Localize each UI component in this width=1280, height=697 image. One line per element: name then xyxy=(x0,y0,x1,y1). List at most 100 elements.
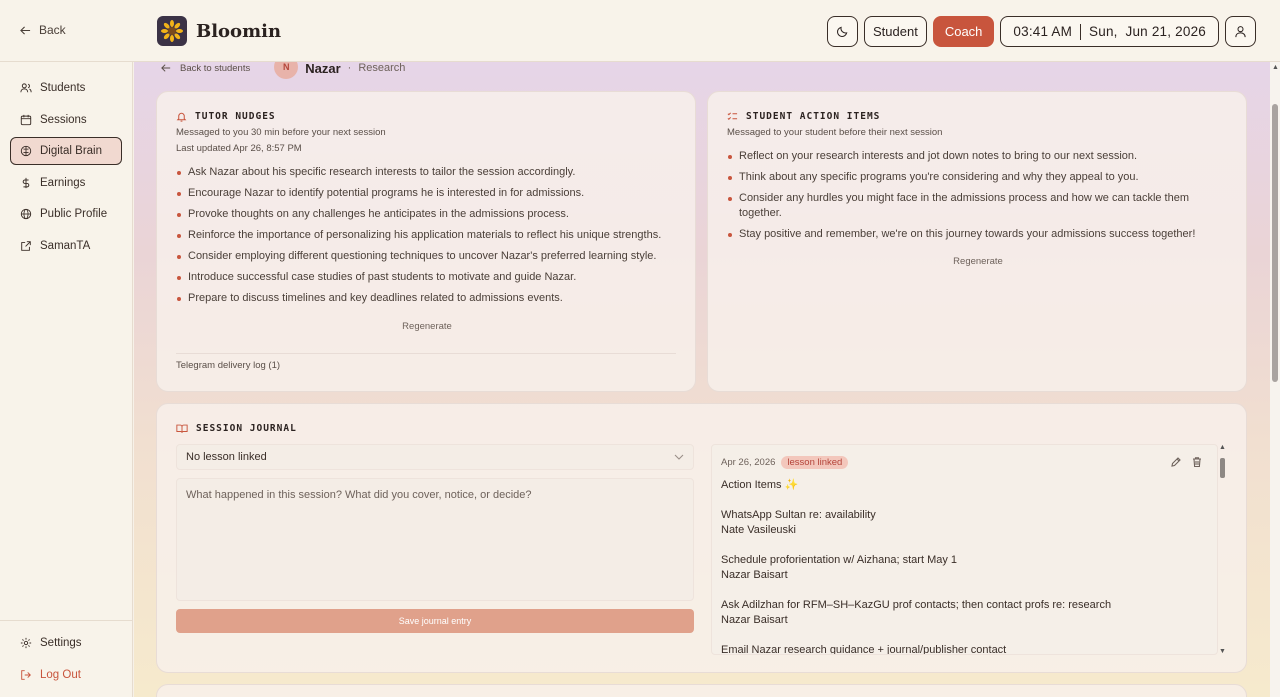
student-actions-subtitle: Messaged to your student before their ne… xyxy=(727,127,943,138)
sidebar-item-students[interactable]: Students xyxy=(10,74,122,102)
clock-divider xyxy=(1080,23,1082,40)
sidebar-item-label: Students xyxy=(40,82,86,94)
tutor-nudges-subtitle: Messaged to you 30 min before your next … xyxy=(176,127,386,138)
entry-body: Action Items ✨ WhatsApp Sultan re: avail… xyxy=(721,478,1201,655)
logout-label: Log Out xyxy=(40,669,81,681)
brain-icon xyxy=(20,145,32,157)
telegram-log-link[interactable]: Telegram delivery log (1) xyxy=(176,360,280,371)
breadcrumb: Back to students N Nazar · Research xyxy=(161,62,405,79)
journal-entry-panel: Apr 26, 2026 lesson linked Action Items … xyxy=(711,444,1218,655)
lesson-select-value: No lesson linked xyxy=(186,451,267,463)
regenerate-actions-button[interactable]: Regenerate xyxy=(708,256,1248,267)
logout-button[interactable]: Log Out xyxy=(10,661,123,689)
list-item: Consider any hurdles you might face in t… xyxy=(727,191,1217,221)
coach-role-button[interactable]: Coach xyxy=(932,16,995,47)
back-button[interactable]: Back xyxy=(20,23,66,37)
action-item-text: Ask Adilzhan for RFM–SH–KazGU prof conta… xyxy=(721,599,1112,611)
action-item-text: WhatsApp Sultan re: availability xyxy=(721,509,876,521)
profile-button[interactable] xyxy=(1225,16,1256,47)
sidebar-item-samanta[interactable]: SamanTA xyxy=(10,232,122,260)
action-item-owner: Nazar Baisart xyxy=(721,569,788,581)
dollar-icon xyxy=(22,177,30,188)
list-item: Encourage Nazar to identify potential pr… xyxy=(176,186,686,201)
scroll-up-arrow[interactable]: ▲ xyxy=(1272,64,1279,71)
bell-icon xyxy=(176,112,187,122)
moon-icon xyxy=(837,26,848,37)
main-content: Back to students N Nazar · Research TUTO… xyxy=(134,62,1270,697)
sidebar-item-label: Digital Brain xyxy=(40,145,102,157)
gear-icon xyxy=(20,637,32,649)
regenerate-nudges-button[interactable]: Regenerate xyxy=(157,321,697,332)
top-bar: Back Bloomin Student Coach 03:41 AM Sun,… xyxy=(0,0,1280,62)
clock-display: 03:41 AM Sun, Jun 21, 2026 xyxy=(1000,16,1219,47)
list-item: Provoke thoughts on any challenges he an… xyxy=(176,207,686,222)
entry-scroll-thumb[interactable] xyxy=(1220,458,1225,478)
entry-date: Apr 26, 2026 xyxy=(721,457,776,468)
scroll-up-arrow[interactable]: ▲ xyxy=(1219,444,1226,451)
back-to-students-link[interactable]: Back to students xyxy=(161,63,250,74)
external-link-icon xyxy=(21,240,31,251)
page-scrollbar[interactable]: ▲ xyxy=(1270,62,1280,697)
list-item: Prepare to discuss timelines and key dea… xyxy=(176,291,686,306)
tutor-nudges-title-text: TUTOR NUDGES xyxy=(195,111,276,122)
save-journal-button[interactable]: Save journal entry xyxy=(176,609,694,633)
sidebar-item-digital-brain[interactable]: Digital Brain xyxy=(10,137,122,165)
breadcrumb-separator: · xyxy=(347,62,352,74)
pencil-icon[interactable] xyxy=(1170,456,1182,468)
arrow-left-icon xyxy=(161,64,171,72)
list-item: Reflect on your research interests and j… xyxy=(727,149,1217,164)
action-item-text: Email Nazar research guidance + journal/… xyxy=(721,644,1007,655)
book-icon xyxy=(176,424,188,433)
sidebar-item-label: Earnings xyxy=(40,176,86,189)
trash-icon[interactable] xyxy=(1191,456,1203,468)
checklist-icon xyxy=(727,112,738,120)
sidebar-item-public-profile[interactable]: Public Profile xyxy=(10,200,122,228)
entry-scrollbar[interactable]: ▲ ▼ xyxy=(1218,444,1228,655)
student-name: Nazar xyxy=(305,62,341,76)
logout-icon xyxy=(21,670,31,680)
list-item: Think about any specific programs you're… xyxy=(727,170,1217,185)
student-action-items-card: STUDENT ACTION ITEMS Messaged to your st… xyxy=(707,91,1247,392)
tutor-nudges-card: TUTOR NUDGES Messaged to you 30 min befo… xyxy=(156,91,696,392)
brand-name: Bloomin xyxy=(196,20,282,42)
entry-actions xyxy=(1170,456,1203,468)
session-journal-title: SESSION JOURNAL xyxy=(176,423,297,434)
tutor-nudges-list: Ask Nazar about his specific research in… xyxy=(176,165,686,312)
page-scroll-thumb[interactable] xyxy=(1272,104,1278,382)
users-icon xyxy=(20,83,32,93)
back-to-students-label: Back to students xyxy=(180,62,251,74)
entry-heading: Action Items ✨ xyxy=(721,479,799,491)
sidebar-item-settings[interactable]: Settings xyxy=(10,629,123,657)
session-journal-title-text: SESSION JOURNAL xyxy=(196,423,297,434)
last-updated-text: Last updated Apr 26, 8:57 PM xyxy=(176,143,302,154)
journal-textarea[interactable]: What happened in this session? What did … xyxy=(176,478,694,601)
sunflower-icon xyxy=(157,16,187,46)
lesson-select[interactable]: No lesson linked xyxy=(176,444,694,470)
sidebar-item-sessions[interactable]: Sessions xyxy=(10,106,122,134)
action-item-owner: Nate Vasileuski xyxy=(721,524,796,536)
action-item-text: Schedule proforientation w/ Aizhana; sta… xyxy=(721,554,958,566)
sidebar-item-label: Sessions xyxy=(40,113,87,126)
action-item: Email Nazar research guidance + journal/… xyxy=(721,643,1201,655)
action-item: WhatsApp Sultan re: availability Nate Vas… xyxy=(721,508,1201,538)
back-label: Back xyxy=(39,23,66,37)
sidebar-item-label: SamanTA xyxy=(40,239,91,252)
next-card xyxy=(156,684,1247,697)
student-actions-title-text: STUDENT ACTION ITEMS xyxy=(746,111,881,122)
list-item: Introduce successful case studies of pas… xyxy=(176,270,686,285)
theme-toggle-button[interactable] xyxy=(827,16,858,47)
arrow-left-icon xyxy=(20,25,31,35)
tutor-nudges-title: TUTOR NUDGES xyxy=(176,111,276,122)
chevron-down-icon xyxy=(674,454,684,460)
sidebar-item-label: Public Profile xyxy=(40,208,108,220)
globe-icon xyxy=(20,208,32,220)
sidebar-item-earnings[interactable]: Earnings xyxy=(10,169,122,197)
user-icon xyxy=(1235,26,1246,38)
scroll-down-arrow[interactable]: ▼ xyxy=(1219,648,1226,655)
avatar: N xyxy=(274,62,299,79)
entry-header: Apr 26, 2026 lesson linked xyxy=(721,456,849,469)
student-role-button[interactable]: Student xyxy=(864,16,927,47)
lesson-linked-badge: lesson linked xyxy=(781,456,849,469)
brand-logo[interactable]: Bloomin xyxy=(157,16,281,46)
list-item: Ask Nazar about his specific research in… xyxy=(176,165,686,180)
